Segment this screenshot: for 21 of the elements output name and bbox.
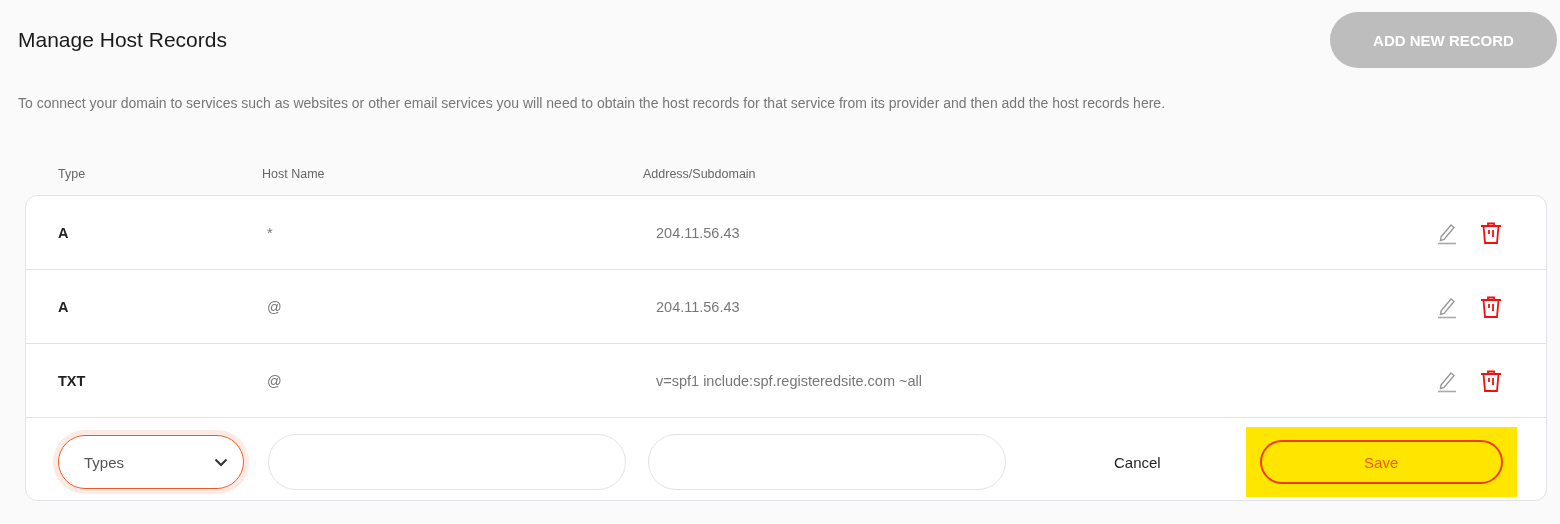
page-title: Manage Host Records — [18, 28, 227, 52]
trash-icon[interactable] — [1480, 368, 1502, 393]
table-cell-text: v=spf1 include:spf.registeredsite.com ~all — [656, 372, 923, 389]
table-cell-text: TXT — [57, 372, 87, 389]
trash-icon[interactable] — [1480, 294, 1502, 319]
table-cell-text: * — [266, 224, 274, 241]
column-header: Host Name — [262, 167, 326, 183]
chevron-down-icon — [214, 457, 228, 467]
table-cell-text: 204.11.56.43 — [656, 224, 741, 241]
cancel-button[interactable]: Cancel — [1106, 449, 1169, 475]
table-cell-text: @ — [266, 298, 283, 315]
column-header: Address/Subdomain — [643, 167, 756, 183]
host-name-field[interactable] — [268, 434, 626, 490]
table-cell-text: A — [57, 298, 70, 315]
column-header: Type — [57, 167, 87, 183]
table-cell-text: A — [57, 224, 70, 241]
table-cell-text: @ — [266, 372, 283, 389]
table-cell-text: 204.11.56.43 — [656, 298, 741, 315]
trash-icon[interactable] — [1480, 220, 1502, 245]
description-text: To connect your domain to services such as websites or other email services you will need to obtain the host records for that service from its provider and then add the host records here. — [18, 95, 1166, 111]
address-field[interactable] — [648, 434, 1006, 490]
